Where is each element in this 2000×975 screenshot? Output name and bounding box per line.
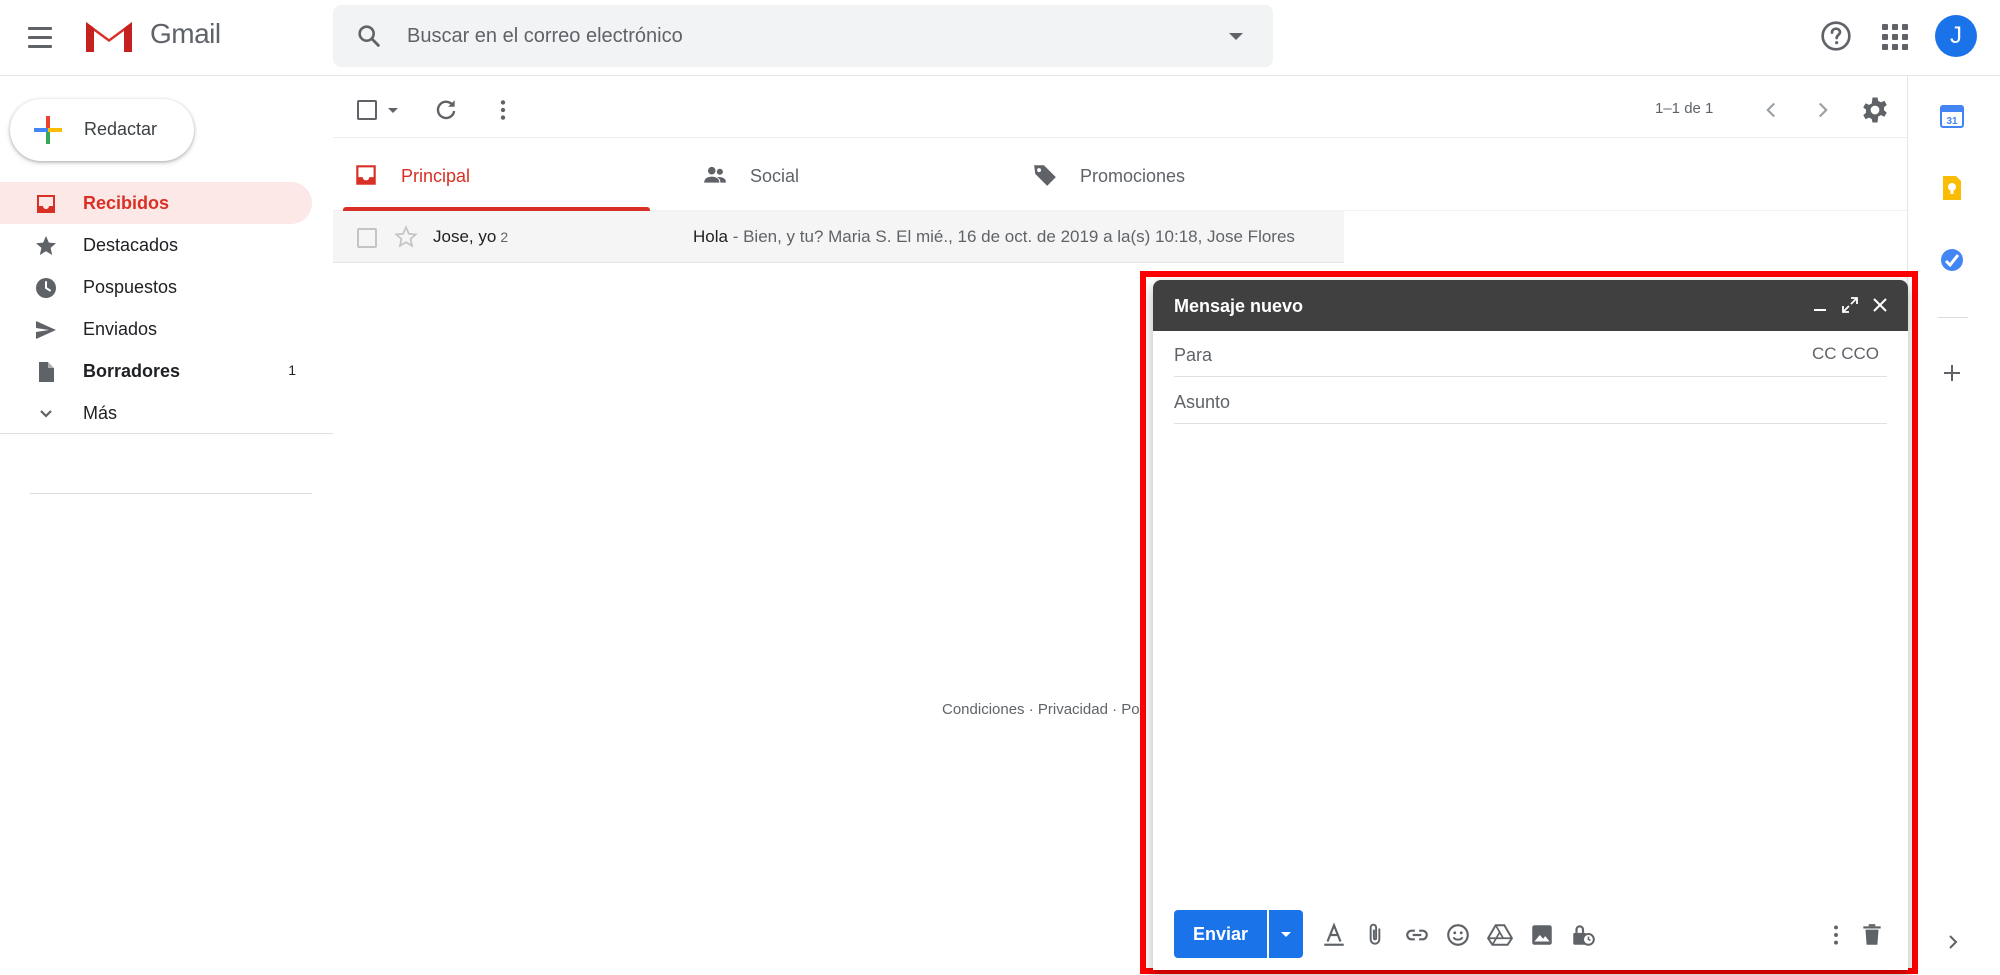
star-icon xyxy=(36,236,56,255)
avatar[interactable]: J xyxy=(1935,15,1977,57)
refresh-icon[interactable] xyxy=(433,97,459,123)
side-panel: 31 xyxy=(1907,76,2000,975)
footer-links[interactable]: Condiciones · Privacidad · Po xyxy=(942,701,1162,718)
tasks-icon[interactable] xyxy=(1936,244,1968,276)
mail-toolbar: 1–1 de 1 xyxy=(333,82,1907,138)
sidebar-item-label: Borradores xyxy=(83,361,181,381)
subject-field[interactable] xyxy=(1174,386,1774,418)
search-icon[interactable] xyxy=(355,22,383,50)
sidebar-item-label: Pospuestos xyxy=(83,277,178,297)
tab-label: Principal xyxy=(401,166,471,186)
sidebar-item-label: Más xyxy=(83,403,118,423)
compose-toolbar: Enviar xyxy=(1153,910,1908,970)
recipients-field[interactable]: CC CCO xyxy=(1174,331,1887,377)
sidebar-item-label: Recibidos xyxy=(83,193,170,213)
chevron-left-icon[interactable] xyxy=(1758,97,1784,123)
select-options-icon[interactable] xyxy=(388,108,398,113)
svg-text:31: 31 xyxy=(1946,116,1958,127)
search-options-icon[interactable] xyxy=(1229,33,1243,40)
email-sender: Jose, yo 2 xyxy=(433,227,508,247)
schedule-send-dropdown[interactable] xyxy=(1269,910,1303,958)
attach-icon[interactable] xyxy=(1362,922,1388,948)
email-subject: Hola - Bien, y tu? Maria S. El mié., 16 … xyxy=(693,227,1295,247)
compose-label: Redactar xyxy=(84,119,158,139)
plus-icon xyxy=(34,116,62,144)
tab-principal[interactable]: Principal xyxy=(333,139,653,211)
chevron-right-icon[interactable] xyxy=(1810,97,1836,123)
tab-label: Social xyxy=(750,166,800,186)
app-name: Gmail xyxy=(150,18,221,49)
tab-label: Promociones xyxy=(1080,166,1186,186)
fullscreen-icon[interactable] xyxy=(1841,296,1859,314)
draft-count: 1 xyxy=(288,362,296,378)
select-all-checkbox[interactable] xyxy=(357,100,377,120)
sidebar-item-label: Destacados xyxy=(83,235,179,255)
sidebar-item-label: Enviados xyxy=(83,319,158,339)
send-button[interactable]: Enviar xyxy=(1174,910,1267,958)
top-bar: Gmail J xyxy=(0,0,2000,76)
cc-bcc-links[interactable]: CC CCO xyxy=(1812,344,1879,364)
sidebar-item-destacados[interactable]: Destacados xyxy=(0,224,312,266)
minimize-icon[interactable] xyxy=(1811,296,1829,314)
pagination-text: 1–1 de 1 xyxy=(1655,100,1714,117)
calendar-icon[interactable]: 31 xyxy=(1936,100,1968,132)
link-icon[interactable] xyxy=(1404,922,1430,948)
sidebar-nav: Recibidos Destacados Pospuestos Enviados… xyxy=(0,182,312,434)
thread-count: 2 xyxy=(500,229,509,245)
drive-icon[interactable] xyxy=(1487,922,1513,948)
message-body[interactable] xyxy=(1174,425,1887,885)
emoji-icon[interactable] xyxy=(1445,922,1471,948)
gmail-logo[interactable] xyxy=(82,16,136,56)
compose-window: Mensaje nuevo CC CCO Enviar xyxy=(1153,280,1908,970)
inbox-icon xyxy=(356,165,376,185)
star-outline-icon[interactable] xyxy=(393,224,419,250)
sidebar-item-pospuestos[interactable]: Pospuestos xyxy=(0,266,312,308)
tab-social[interactable]: Social xyxy=(682,139,1002,211)
category-tabs: Principal Social Promociones xyxy=(333,139,1907,211)
photo-icon[interactable] xyxy=(1529,922,1555,948)
apps-grid-icon[interactable] xyxy=(1880,22,1908,50)
tag-icon xyxy=(1034,165,1056,186)
trash-icon[interactable] xyxy=(1859,922,1885,948)
divider xyxy=(0,433,333,434)
close-icon[interactable] xyxy=(1871,296,1889,314)
tab-promociones[interactable]: Promociones xyxy=(1012,139,1332,211)
more-vert-icon[interactable] xyxy=(490,97,516,123)
search-bar[interactable] xyxy=(333,5,1273,67)
compose-button[interactable]: Redactar xyxy=(10,99,194,161)
chevron-right-icon[interactable] xyxy=(1942,931,1964,953)
draft-icon xyxy=(39,362,54,382)
divider xyxy=(30,493,312,494)
email-snippet: - Bien, y tu? Maria S. El mié., 16 de oc… xyxy=(727,227,1295,246)
help-icon[interactable] xyxy=(1820,20,1852,52)
gear-icon[interactable] xyxy=(1860,95,1890,125)
add-addon-icon[interactable] xyxy=(1941,362,1963,384)
divider xyxy=(1938,317,1968,318)
keep-icon[interactable] xyxy=(1936,172,1968,204)
compose-title: Mensaje nuevo xyxy=(1174,296,1304,316)
send-icon xyxy=(36,321,56,339)
sender-names: Jose, yo xyxy=(433,227,497,246)
row-checkbox[interactable] xyxy=(357,228,377,248)
sidebar-item-borradores[interactable]: Borradores 1 xyxy=(0,350,312,392)
subject-text: Hola xyxy=(693,227,728,246)
clock-icon xyxy=(36,278,56,298)
compose-header[interactable]: Mensaje nuevo xyxy=(1153,280,1908,331)
main-menu-icon[interactable] xyxy=(28,22,64,52)
confidential-mode-icon[interactable] xyxy=(1570,922,1596,948)
table-row[interactable]: Jose, yo 2 Hola - Bien, y tu? Maria S. El… xyxy=(333,211,1344,263)
to-field[interactable] xyxy=(1174,339,1774,371)
sidebar-item-recibidos[interactable]: Recibidos xyxy=(0,182,312,224)
more-options-icon[interactable] xyxy=(1823,922,1849,948)
people-icon xyxy=(704,166,726,183)
search-input[interactable] xyxy=(407,17,1187,55)
sidebar-item-enviados[interactable]: Enviados xyxy=(0,308,312,350)
inbox-icon xyxy=(37,195,55,213)
chevron-down-icon xyxy=(40,410,52,418)
subject-field-row[interactable] xyxy=(1174,378,1887,424)
text-format-icon[interactable] xyxy=(1321,922,1347,948)
sidebar-item-mas[interactable]: Más xyxy=(0,392,312,434)
